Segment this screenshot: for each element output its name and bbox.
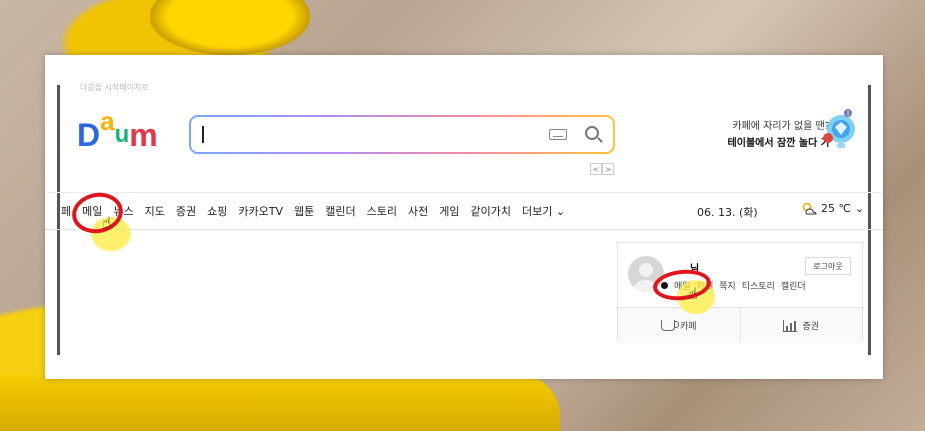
search-box[interactable] (189, 115, 615, 154)
nav-date: 06. 13. (화) (697, 206, 758, 219)
weather-temp: 25 ℃ (821, 201, 851, 215)
nav-item-kakaotv[interactable]: 카카오TV (238, 203, 283, 219)
footer-stock-button[interactable]: 증권 (739, 308, 863, 343)
ad-line-2: 테이블에서 잠깐 놀다 가 (727, 138, 830, 149)
text-caret (202, 126, 204, 143)
user-link-tistory[interactable]: 티스토리 (742, 279, 775, 292)
frame-edge-left (57, 85, 60, 355)
nav-item-webtoon[interactable]: 웹툰 (294, 203, 314, 219)
search-input[interactable] (191, 117, 613, 152)
daum-logo[interactable]: D a u m (77, 106, 158, 153)
nav-item-dictionary[interactable]: 사전 (408, 203, 428, 219)
nav-divider-bottom (45, 229, 883, 230)
user-link-note[interactable]: 쪽지 (719, 279, 736, 292)
nav-item-calendar[interactable]: 캘린더 (325, 203, 355, 219)
search-pager: < > (590, 163, 614, 175)
weather-widget[interactable]: 25 ℃ ⌄ (801, 201, 864, 215)
pager-prev-button[interactable]: < (590, 163, 602, 175)
user-panel-footer: 카페 증권 (618, 307, 862, 343)
partly-cloudy-icon (802, 202, 817, 215)
background-yellow-object (0, 375, 560, 431)
nav-item-together[interactable]: 같이가치 (470, 203, 510, 219)
frame-edge-right (868, 85, 871, 355)
nav-more-label: 더보기 (521, 205, 553, 218)
nav-item-shopping[interactable]: 쇼핑 (207, 203, 227, 219)
browser-screenshot: 다음을 시작페이지로 D a u m < > 카페에 자리가 없을 땐? 테이블… (45, 55, 883, 379)
cup-icon (660, 320, 679, 331)
chevron-down-icon: ⌄ (854, 201, 865, 215)
nav-item-story[interactable]: 스토리 (367, 203, 397, 219)
ad-line-1: 카페에 자리가 없을 땐? (732, 121, 830, 132)
nav-item-map[interactable]: 지도 (145, 203, 165, 219)
logo-letter-d: D (77, 117, 101, 153)
footer-cafe-label: 카페 (679, 322, 697, 332)
nav-item-more[interactable]: 더보기 ⌄ (522, 203, 565, 219)
main-nav: 페 메일 뉴스 지도 증권 쇼핑 카카오TV 웹툰 캘린더 스토리 사전 게임 … (61, 203, 565, 219)
ad-table-icon (823, 109, 855, 148)
keyboard-icon[interactable] (549, 129, 567, 140)
nav-item-partial[interactable]: 페 (61, 203, 71, 219)
top-link-faded[interactable]: 다음을 시작페이지로 (80, 82, 149, 93)
bars-icon (783, 319, 798, 332)
chevron-down-icon: ⌄ (555, 205, 566, 218)
logo-letter-u: u (114, 121, 130, 148)
footer-stock-label: 증권 (802, 322, 820, 332)
hand-cursor-icon: ☝ (688, 284, 698, 303)
footer-cafe-button[interactable]: 카페 (618, 308, 740, 343)
logo-letter-m: m (129, 117, 158, 153)
nav-item-stock[interactable]: 증권 (176, 203, 196, 219)
user-link-calendar[interactable]: 캘린더 (781, 279, 806, 292)
hand-cursor-icon: ☝ (102, 213, 112, 232)
background-yellow-statue (150, 0, 310, 55)
search-icon[interactable] (585, 126, 599, 140)
logo-letter-a: a (100, 106, 115, 136)
pager-next-button[interactable]: > (602, 163, 614, 175)
ad-banner[interactable]: 카페에 자리가 없을 땐? 테이블에서 잠깐 놀다 가 (675, 117, 830, 149)
nav-divider-top (45, 192, 883, 193)
logout-button[interactable]: 로그아웃 (805, 257, 851, 275)
nav-item-game[interactable]: 게임 (439, 203, 459, 219)
